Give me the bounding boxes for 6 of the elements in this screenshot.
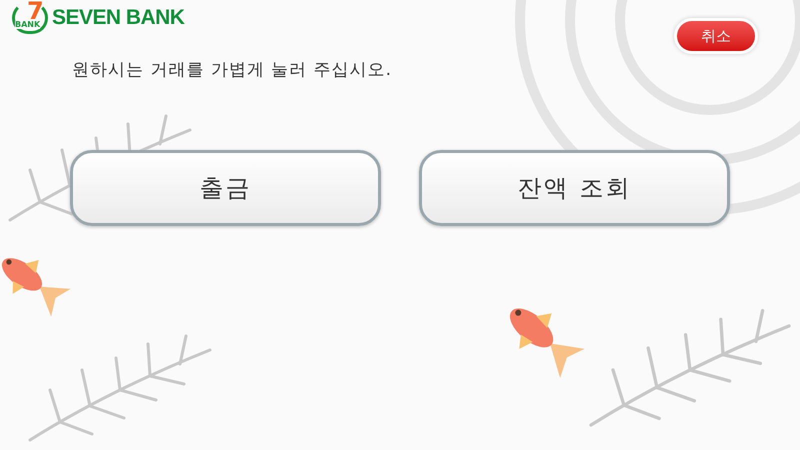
logo-text: SEVEN BANK — [52, 5, 184, 32]
transaction-button[interactable]: 잔액 조회 — [419, 150, 730, 226]
instruction-text: 원하시는 거래를 가볍게 눌러 주십시오. — [72, 59, 394, 82]
cancel-button[interactable]: 취소 — [677, 21, 755, 51]
transaction-button[interactable]: 출금 — [70, 150, 381, 226]
logo-mark-text: BANK — [15, 21, 40, 29]
